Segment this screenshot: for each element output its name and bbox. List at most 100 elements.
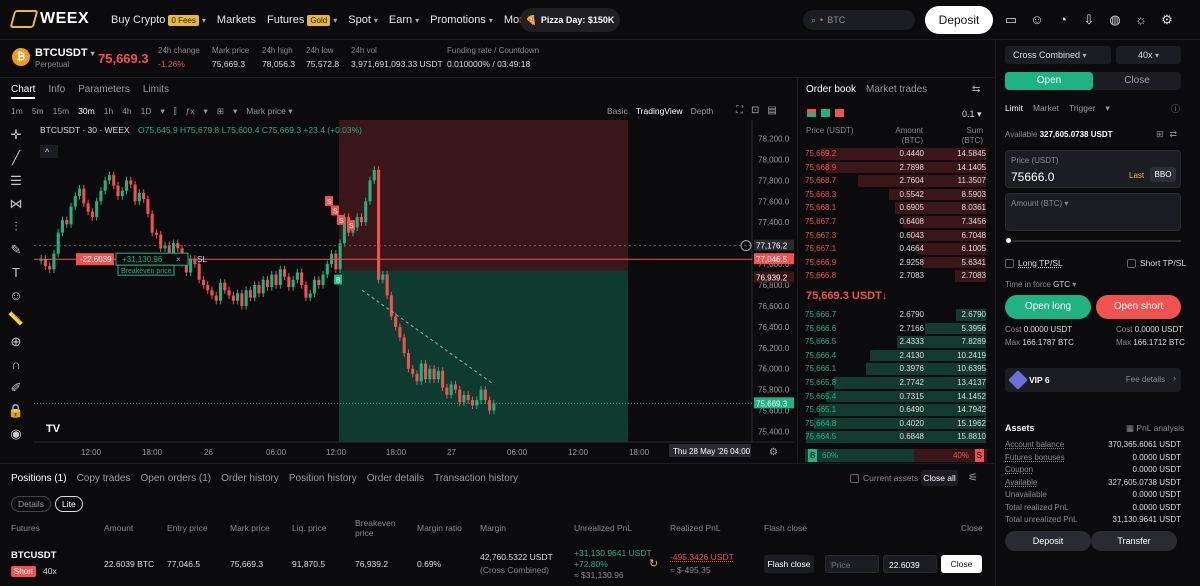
fee-details-link[interactable]: Fee details [1126,375,1165,384]
chevron-down-icon[interactable]: ▾ [1106,103,1110,114]
realized-pnl[interactable]: -495.3426 USDT [670,552,734,562]
orderbook-row[interactable]: 75,668.9 2.7898 14.1405 [805,161,986,175]
nav-item-promotions[interactable]: Promotions ▾ [430,14,493,26]
order-type-limit[interactable]: Limit [1005,103,1023,114]
close-all-button[interactable]: Close all [921,470,958,486]
lite-toggle[interactable]: Lite [55,496,83,512]
search-input[interactable]: ⌕ • BTC [803,10,915,30]
close-position-button[interactable]: Close [941,555,982,573]
ob-tab-0[interactable]: Order book [806,84,856,95]
position-symbol[interactable]: BTCUSDT [11,550,56,561]
orderbook-row[interactable]: 75,666.1 0.3976 10.6395 [805,362,986,376]
deposit-button[interactable]: Deposit [925,6,993,34]
bids-only-icon[interactable] [821,109,830,117]
assets-deposit-button[interactable]: Deposit [1005,531,1091,551]
text-icon[interactable]: T [0,261,32,284]
open-short-button[interactable]: Open short [1096,295,1181,319]
nav-item-spot[interactable]: Spot ▾ [348,14,378,26]
pattern-icon[interactable]: ⋈ [0,192,32,215]
transfer-icon[interactable]: ⇄ [1170,129,1178,140]
details-toggle[interactable]: Details [11,496,51,512]
bell-icon[interactable]: ◔ [1055,12,1071,28]
weex-logo[interactable]: WEEX [9,10,89,28]
camera-icon[interactable]: ⊡ [751,105,759,116]
ob-tab-1[interactable]: Market trades [866,84,927,95]
orderbook-settings-icon[interactable]: ⇆ [972,84,980,95]
positions-tab-1[interactable]: Copy trades [77,473,131,484]
price-field[interactable]: Price (USDT) 75666.0 Last BBO [1005,150,1181,188]
grid-icon[interactable]: ⊞ [217,106,224,117]
interval-4h[interactable]: 4h [122,106,131,117]
step-selector[interactable]: 0.1 ▾ [962,109,982,120]
orderbook-row[interactable]: 75,667.1 0.4664 6.1005 [805,242,986,256]
chart-tab-parameters[interactable]: Parameters [78,84,130,99]
chart-tab-info[interactable]: Info [48,84,65,99]
fib-icon[interactable]: ⫶ [0,215,32,238]
share-icon[interactable]: ↻ [649,557,658,570]
both-sides-icon[interactable] [807,109,816,117]
trendline-icon[interactable]: ╱ [0,146,32,169]
last-price-button[interactable]: Last [1129,171,1144,180]
positions-tab-3[interactable]: Order history [221,473,279,484]
symbol-selector[interactable]: BTCUSDT ▾ [35,47,95,59]
close-price-input[interactable]: Price [825,555,879,573]
magnet-icon[interactable]: ∩ [0,353,32,376]
orderbook-row[interactable]: 75,664.5 0.6848 15.8810 [805,430,986,444]
orderbook-row[interactable]: 75,667.7 0.6408 7.3456 [805,215,986,229]
positions-tab-5[interactable]: Order details [367,473,424,484]
amount-slider[interactable] [1004,236,1181,245]
candle-type-icon[interactable]: ⫿ [174,106,177,117]
orderbook-row[interactable]: 75,664.8 0.4020 15.1962 [805,417,986,431]
orderbook-row[interactable]: 75,668.7 2.7604 11.3507 [805,174,986,188]
expand-icon[interactable]: ⛶ [736,105,743,116]
mark-price-select[interactable]: Mark price ▾ [246,106,292,117]
open-long-button[interactable]: Open long [1005,295,1091,319]
sl-tag[interactable]: SL [197,255,207,264]
horizontal-lines-icon[interactable]: ☰ [0,169,32,192]
lock-icon[interactable]: 🔒 [0,399,32,422]
crosshair-icon[interactable]: ✛ [0,123,32,146]
orderbook-row[interactable]: 75,667.3 0.6043 6.7048 [805,229,986,243]
price-chart[interactable]: 78,200.0 78,000.0 77,800.0 77,600.0 77,400.0… [34,120,794,460]
chevron-down-icon[interactable]: ▾ [204,106,208,117]
nav-item-earn[interactable]: Earn ▾ [389,14,419,26]
zoom-icon[interactable]: ⊕ [0,330,32,353]
pnl-analysis-link[interactable]: ▦ PnL analysis [1126,423,1184,434]
current-assets-checkbox[interactable]: Current assets [850,473,918,483]
chevron-down-icon[interactable]: ▾ [233,106,237,117]
orderbook-row[interactable]: 75,666.9 2.9258 5.6341 [805,256,986,270]
orderbook-row[interactable]: 75,666.6 2.7166 5.3956 [805,322,986,336]
order-type-market[interactable]: Market [1033,103,1059,114]
orderbook-row[interactable]: 75,666.4 2.4130 10.2419 [805,349,986,363]
nav-item-futures[interactable]: Futures Gold ▾ [267,14,337,26]
orderbook-row[interactable]: 75,665.4 0.7315 14.1452 [805,390,986,404]
flash-close-button[interactable]: Flash close [764,555,814,573]
filter-icon[interactable]: ⚟ [968,471,978,484]
amount-field[interactable]: Amount (BTC) ▾ [1005,193,1181,231]
layout-icon[interactable]: ▤ [767,105,776,116]
download-icon[interactable]: ⇩ [1081,12,1097,28]
emoji-icon[interactable]: ☺ [0,284,32,307]
chart-tab-chart[interactable]: Chart [11,84,36,99]
chart-tab-limits[interactable]: Limits [143,84,169,99]
promo-pill[interactable]: 🍕 Pizza Day: $150K [520,8,620,32]
short-tpsl-checkbox[interactable]: Short TP/SL [1127,258,1186,268]
interval-1m[interactable]: 1m [11,106,23,117]
brush-icon[interactable]: ✎ [0,238,32,261]
leverage-select[interactable]: 40x ▾ [1116,46,1181,64]
orderbook-row[interactable]: 75,665.8 2.7742 13.4137 [805,376,986,390]
transfer-button[interactable]: Transfer [1091,531,1177,551]
positions-tab-2[interactable]: Open orders (1) [141,473,212,484]
close-tab[interactable]: Close [1093,72,1181,90]
positions-tab-0[interactable]: Positions (1) [11,473,67,484]
asks-only-icon[interactable] [835,109,844,117]
orderbook-row[interactable]: 75,666.5 2.4333 7.8289 [805,335,986,349]
interval-1D[interactable]: 1D [141,106,152,117]
vip-card[interactable]: VIP 6 Fee details › [1005,368,1181,392]
orderbook-row[interactable]: 75,665.1 0.6490 14.7942 [805,403,986,417]
close-position-icon[interactable]: × [176,255,181,264]
orderbook-row[interactable]: 75,666.7 2.6790 2.6790 [805,308,986,322]
interval-30m[interactable]: 30m [78,106,95,117]
view-tradingview[interactable]: TradingView [636,106,683,116]
indicators-icon[interactable]: ƒx [186,106,195,117]
